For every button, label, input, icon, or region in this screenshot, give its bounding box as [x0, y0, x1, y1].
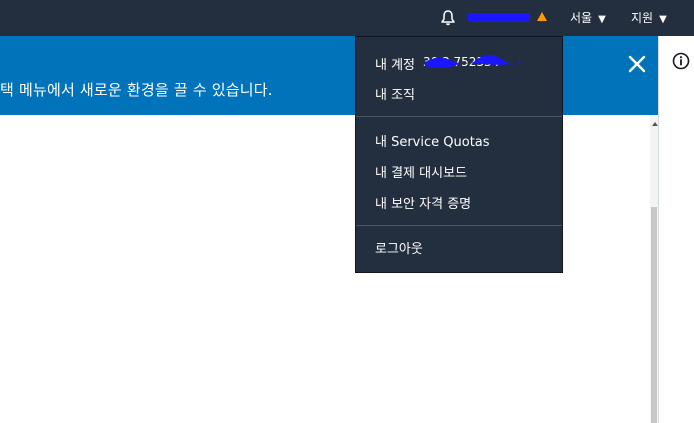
billing-dashboard-label: 내 결제 대시보드 — [375, 166, 467, 181]
chevron-down-icon: ▼ — [598, 14, 606, 25]
menu-item-sign-out[interactable]: 로그아웃 — [375, 238, 423, 257]
scrollbar-thumb[interactable] — [651, 207, 657, 423]
account-menu-toggle[interactable] — [468, 11, 532, 25]
top-nav-bar: 서울 ▼ 지원 ▼ — [0, 0, 694, 36]
banner-message: 택 메뉴에서 새로운 환경을 끌 수 있습니다. — [0, 81, 273, 99]
region-selector[interactable]: 서울 ▼ — [570, 9, 606, 26]
support-label: 지원 — [631, 11, 654, 25]
menu-item-billing-dashboard[interactable]: 내 결제 대시보드 — [375, 162, 467, 181]
menu-item-my-account[interactable]: 내 계정 — [375, 54, 415, 73]
menu-item-service-quotas[interactable]: 내 Service Quotas — [375, 131, 490, 150]
service-quotas-label: 내 Service Quotas — [375, 135, 490, 150]
security-credentials-label: 내 보안 자격 증명 — [375, 197, 472, 212]
chevron-down-icon: ▼ — [659, 14, 667, 25]
redacted-account-name — [468, 13, 530, 22]
account-dropdown-menu: 내 계정 30 3 752334 내 조직 내 Service Quotas 내… — [355, 36, 563, 273]
menu-divider — [356, 116, 562, 117]
my-account-label: 내 계정 — [375, 58, 416, 73]
warning-triangle-icon — [537, 12, 547, 21]
menu-divider — [356, 225, 562, 226]
support-menu[interactable]: 지원 ▼ — [631, 9, 667, 26]
region-label: 서울 — [570, 11, 593, 25]
menu-item-security-credentials[interactable]: 내 보안 자격 증명 — [375, 193, 471, 212]
my-organization-label: 내 조직 — [375, 88, 416, 103]
redacted-account-id: 30 3 752334 — [423, 54, 520, 69]
sign-out-label: 로그아웃 — [375, 242, 423, 257]
help-side-panel — [658, 36, 694, 423]
close-icon[interactable] — [626, 53, 648, 75]
menu-item-my-organization[interactable]: 내 조직 — [375, 84, 415, 103]
bell-icon[interactable] — [439, 9, 457, 27]
info-icon[interactable] — [672, 52, 690, 70]
